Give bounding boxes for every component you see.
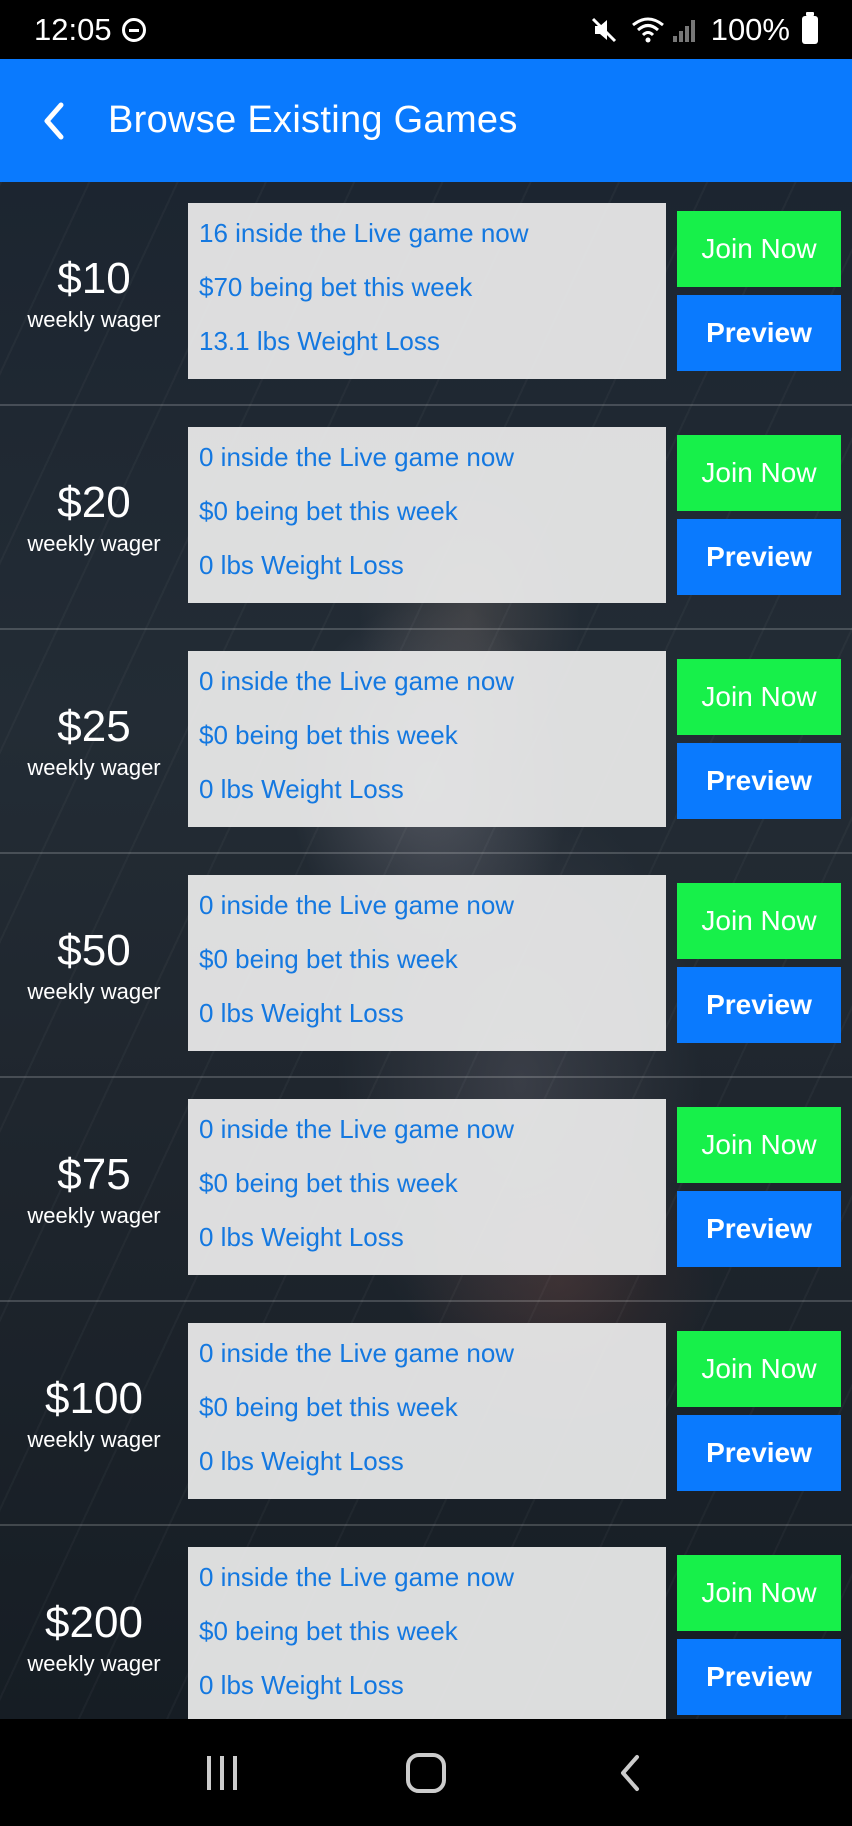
wager-info: $75 weekly wager [0,1078,188,1302]
games-list[interactable]: $10 weekly wager 16 inside the Live game… [0,182,852,1719]
signal-icon [672,15,699,45]
wager-amount: $20 [57,477,131,527]
preview-button[interactable]: Preview [677,743,841,819]
join-now-button[interactable]: Join Now [677,435,841,511]
live-players-count: 0 inside the Live game now [199,442,515,472]
chevron-left-icon [44,102,64,139]
battery-percentage: 100% [710,11,790,47]
game-row-50: $50 weekly wager 0 inside the Live game … [0,854,852,1078]
game-row-100: $100 weekly wager 0 inside the Live game… [0,1302,852,1526]
weight-loss-total: 0 lbs Weight Loss [199,774,404,804]
system-nav-bar [0,1719,852,1826]
back-icon [621,1754,639,1791]
live-players-count: 16 inside the Live game now [199,218,529,248]
weight-loss-total: 13.1 lbs Weight Loss [199,326,440,356]
weekly-bet-total: $0 being bet this week [199,1392,458,1422]
screen: 12:05 100% Browse Existing Games $10 wee… [0,0,852,1826]
wager-amount: $25 [57,701,131,751]
game-row-200: $200 weekly wager 0 inside the Live game… [0,1526,852,1719]
wager-info: $10 weekly wager [0,182,188,406]
wager-label: weekly wager [27,979,161,1005]
join-now-button[interactable]: Join Now [677,1331,841,1407]
do-not-disturb-icon [121,17,146,42]
preview-button[interactable]: Preview [677,1191,841,1267]
preview-button[interactable]: Preview [677,519,841,595]
wager-label: weekly wager [27,1203,161,1229]
weekly-bet-total: $70 being bet this week [199,272,473,302]
system-back-button[interactable] [590,1743,670,1803]
app-bar: Browse Existing Games [0,59,852,182]
wager-label: weekly wager [27,531,161,557]
join-now-button[interactable]: Join Now [677,1555,841,1631]
game-stats-card: 0 inside the Live game now $0 being bet … [188,1323,666,1499]
wager-info: $25 weekly wager [0,630,188,854]
weekly-bet-total: $0 being bet this week [199,944,458,974]
weekly-bet-total: $0 being bet this week [199,1168,458,1198]
join-now-button[interactable]: Join Now [677,1107,841,1183]
game-stats-card: 0 inside the Live game now $0 being bet … [188,875,666,1051]
wager-info: $200 weekly wager [0,1526,188,1719]
weekly-bet-total: $0 being bet this week [199,496,458,526]
wager-amount: $100 [45,1373,143,1423]
weekly-bet-total: $0 being bet this week [199,1616,458,1646]
preview-button[interactable]: Preview [677,967,841,1043]
game-stats-card: 16 inside the Live game now $70 being be… [188,203,666,379]
recent-apps-icon [207,1755,237,1790]
wager-amount: $75 [57,1149,131,1199]
preview-button[interactable]: Preview [677,1639,841,1715]
join-now-button[interactable]: Join Now [677,883,841,959]
live-players-count: 0 inside the Live game now [199,890,515,920]
weekly-bet-total: $0 being bet this week [199,720,458,750]
wager-label: weekly wager [27,307,161,333]
join-now-button[interactable]: Join Now [677,211,841,287]
wager-amount: $50 [57,925,131,975]
weight-loss-total: 0 lbs Weight Loss [199,1446,404,1476]
game-row-25: $25 weekly wager 0 inside the Live game … [0,630,852,854]
game-row-20: $20 weekly wager 0 inside the Live game … [0,406,852,630]
status-time: 12:05 [34,11,112,47]
game-stats-card: 0 inside the Live game now $0 being bet … [188,651,666,827]
live-players-count: 0 inside the Live game now [199,1562,515,1592]
status-left: 12:05 [34,12,146,48]
battery-icon [802,11,818,44]
weight-loss-total: 0 lbs Weight Loss [199,998,404,1028]
live-players-count: 0 inside the Live game now [199,1114,515,1144]
wager-info: $50 weekly wager [0,854,188,1078]
wifi-icon [631,15,664,45]
status-right: 100% [589,11,818,48]
preview-button[interactable]: Preview [677,295,841,371]
game-stats-card: 0 inside the Live game now $0 being bet … [188,1099,666,1275]
live-players-count: 0 inside the Live game now [199,1338,515,1368]
page-title: Browse Existing Games [108,99,518,141]
weight-loss-total: 0 lbs Weight Loss [199,1222,404,1252]
weight-loss-total: 0 lbs Weight Loss [199,1670,404,1700]
recent-apps-button[interactable] [182,1743,262,1803]
back-button[interactable] [0,59,108,182]
wager-label: weekly wager [27,755,161,781]
live-players-count: 0 inside the Live game now [199,666,515,696]
wager-amount: $10 [57,253,131,303]
game-row-10: $10 weekly wager 16 inside the Live game… [0,182,852,406]
wager-label: weekly wager [27,1427,161,1453]
join-now-button[interactable]: Join Now [677,659,841,735]
home-button[interactable] [386,1743,466,1803]
game-row-75: $75 weekly wager 0 inside the Live game … [0,1078,852,1302]
status-bar: 12:05 100% [0,0,852,59]
weight-loss-total: 0 lbs Weight Loss [199,550,404,580]
mute-icon [589,15,619,45]
game-stats-card: 0 inside the Live game now $0 being bet … [188,1547,666,1719]
wager-info: $20 weekly wager [0,406,188,630]
preview-button[interactable]: Preview [677,1415,841,1491]
wager-label: weekly wager [27,1651,161,1677]
game-stats-card: 0 inside the Live game now $0 being bet … [188,427,666,603]
home-icon [406,1752,446,1793]
wager-info: $100 weekly wager [0,1302,188,1526]
wager-amount: $200 [45,1597,143,1647]
